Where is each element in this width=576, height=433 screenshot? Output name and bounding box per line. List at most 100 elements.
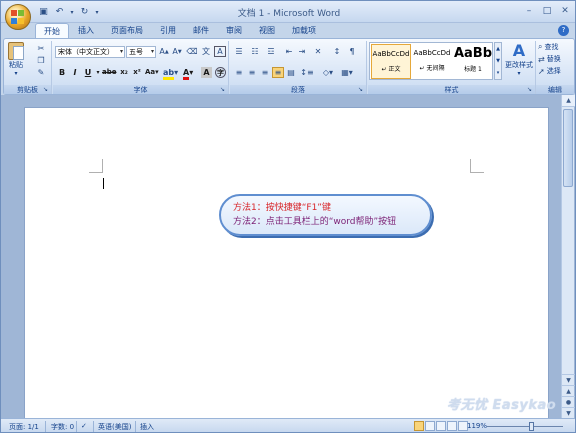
scroll-thumb[interactable] [563, 109, 573, 187]
replace-button[interactable]: ⇄ 替换 [538, 54, 561, 64]
multilevel-list-icon[interactable]: ☲ [265, 46, 277, 57]
proofing-icon[interactable]: ✓ [81, 422, 87, 430]
borders-icon[interactable]: ▦▾ [341, 67, 353, 78]
scrollbar-bottom-controls: ▼ ▲ ● ▼ [562, 374, 575, 418]
shrink-font-icon[interactable]: A ▼ [171, 46, 183, 57]
distributed-icon[interactable]: ▤ [285, 67, 297, 78]
paste-button[interactable]: 粘贴 ▾ [8, 42, 24, 77]
tab-mailings[interactable]: 邮件 [185, 23, 217, 38]
styles-more-icon[interactable]: ▾ [497, 70, 500, 76]
office-button[interactable] [5, 4, 31, 30]
justify-icon[interactable]: ≡ [272, 67, 284, 78]
change-styles-dropdown-icon: ▾ [517, 70, 521, 77]
styles-launcher-icon[interactable]: ↘ [527, 87, 533, 93]
minimize-icon[interactable]: – [521, 4, 537, 17]
close-icon[interactable]: ✕ [557, 4, 573, 17]
font-family-select[interactable]: 宋体（中文正文） ▾ [55, 46, 125, 58]
paragraph-launcher-icon[interactable]: ↘ [358, 87, 364, 93]
tab-review[interactable]: 审阅 [218, 23, 250, 38]
copy-icon[interactable]: ❐ [35, 55, 47, 66]
decrease-indent-icon[interactable]: ⇤ [283, 46, 295, 57]
align-center-icon[interactable]: ≡ [246, 67, 258, 78]
show-marks-icon[interactable]: ¶ [346, 46, 358, 57]
find-button[interactable]: ⌕ 查找 [538, 42, 558, 52]
font-launcher-icon[interactable]: ↘ [220, 87, 226, 93]
align-left-icon[interactable]: ≡ [233, 67, 245, 78]
style-heading-1-sample: AaBb [453, 46, 493, 61]
tab-home[interactable]: 开始 [35, 23, 69, 38]
character-border-icon[interactable]: A [214, 46, 226, 57]
window-title: 文档 1 - Microsoft Word [237, 9, 341, 19]
styles-down-icon[interactable]: ▼ [496, 58, 500, 64]
zoom-slider-knob[interactable] [529, 422, 534, 431]
clear-formatting-icon[interactable]: ⌫ [186, 46, 198, 57]
styles-up-icon[interactable]: ▲ [496, 46, 500, 52]
scroll-up-icon[interactable]: ▲ [562, 95, 575, 107]
sort-icon[interactable]: ↕ [331, 46, 343, 57]
clipboard-launcher-icon[interactable]: ↘ [43, 87, 49, 93]
zoom-level[interactable]: 119% [467, 422, 487, 430]
character-shading-icon[interactable]: A [201, 67, 212, 78]
web-layout-view-icon[interactable] [436, 421, 446, 431]
previous-page-icon[interactable]: ▲ [562, 385, 575, 396]
vertical-scrollbar[interactable]: ▲ ▼ ▲ ● ▼ [561, 95, 575, 418]
tab-page-layout[interactable]: 页面布局 [103, 23, 151, 38]
strikethrough-button[interactable]: abe [102, 67, 116, 78]
change-styles-button[interactable]: A 更改样式 ▾ [504, 42, 534, 82]
zoom-slider[interactable] [487, 422, 563, 431]
cut-icon[interactable]: ✂ [35, 43, 47, 54]
styles-scroll[interactable]: ▲ ▼ ▾ [494, 42, 502, 80]
print-layout-view-icon[interactable] [414, 421, 424, 431]
select-label: 选择 [546, 67, 561, 75]
insert-mode-indicator[interactable]: 插入 [140, 422, 154, 432]
select-icon: ➚ [538, 66, 545, 76]
find-label: 查找 [544, 43, 559, 51]
change-case-button[interactable]: Aa▾ [145, 67, 159, 78]
outline-view-icon[interactable] [447, 421, 457, 431]
increase-indent-icon[interactable]: ⇥ [296, 46, 308, 57]
browse-object-icon[interactable]: ● [562, 396, 575, 407]
tab-insert[interactable]: 插入 [70, 23, 102, 38]
style-heading-1-name: 标题 1 [464, 66, 482, 73]
quick-styles-gallery: AaBbCcDd ↵ 正文 AaBbCcDd ↵ 无间隔 AaBb 标题 1 [369, 42, 493, 80]
page-count[interactable]: 页面: 1/1 [9, 422, 39, 432]
tab-add-ins[interactable]: 加载项 [284, 23, 324, 38]
view-buttons [414, 421, 468, 431]
format-painter-icon[interactable]: ✎ [35, 67, 47, 78]
enclose-characters-icon[interactable]: 字 [215, 67, 226, 78]
select-button[interactable]: ➚ 选择 [538, 66, 561, 76]
bold-button[interactable]: B [57, 67, 67, 78]
word-count[interactable]: 字数: 0 [51, 422, 74, 432]
font-color-icon[interactable]: A▾ [183, 67, 193, 80]
style-no-spacing[interactable]: AaBbCcDd ↵ 无间隔 [412, 44, 452, 79]
line-spacing-icon[interactable]: ↕≡ [300, 67, 313, 78]
document-page[interactable] [24, 107, 549, 418]
full-screen-reading-view-icon[interactable] [425, 421, 435, 431]
phonetic-guide-icon[interactable]: 文 [200, 46, 212, 57]
grow-font-icon[interactable]: A ▲ [158, 46, 170, 57]
watermark: 考无忧 Easykao [447, 398, 557, 413]
bullets-icon[interactable]: ☰ [233, 46, 245, 57]
superscript-button[interactable]: x² [132, 67, 142, 78]
help-icon[interactable]: ? [558, 25, 569, 36]
language-indicator[interactable]: 英语(美国) [98, 422, 131, 432]
next-page-icon[interactable]: ▼ [562, 407, 575, 418]
align-right-icon[interactable]: ≡ [259, 67, 271, 78]
highlight-icon[interactable]: ab▾ [163, 67, 178, 80]
paste-icon [8, 42, 24, 60]
maximize-icon[interactable]: □ [539, 4, 555, 17]
style-normal[interactable]: AaBbCcDd ↵ 正文 [371, 44, 411, 79]
scroll-down-icon[interactable]: ▼ [562, 374, 575, 385]
shading-icon[interactable]: ◇▾ [322, 67, 334, 78]
font-size-select[interactable]: 五号 ▾ [126, 46, 156, 58]
tab-view[interactable]: 视图 [251, 23, 283, 38]
tab-references[interactable]: 引用 [152, 23, 184, 38]
numbering-icon[interactable]: ☷ [249, 46, 261, 57]
subscript-button[interactable]: x₂ [119, 67, 129, 78]
font-size-value: 五号 [129, 48, 143, 56]
style-heading-1[interactable]: AaBb 标题 1 [453, 44, 493, 79]
status-divider [93, 421, 94, 432]
italic-button[interactable]: I [70, 67, 80, 78]
chinese-layout-icon[interactable]: ✕ [312, 46, 324, 57]
underline-button[interactable]: U [83, 67, 93, 78]
